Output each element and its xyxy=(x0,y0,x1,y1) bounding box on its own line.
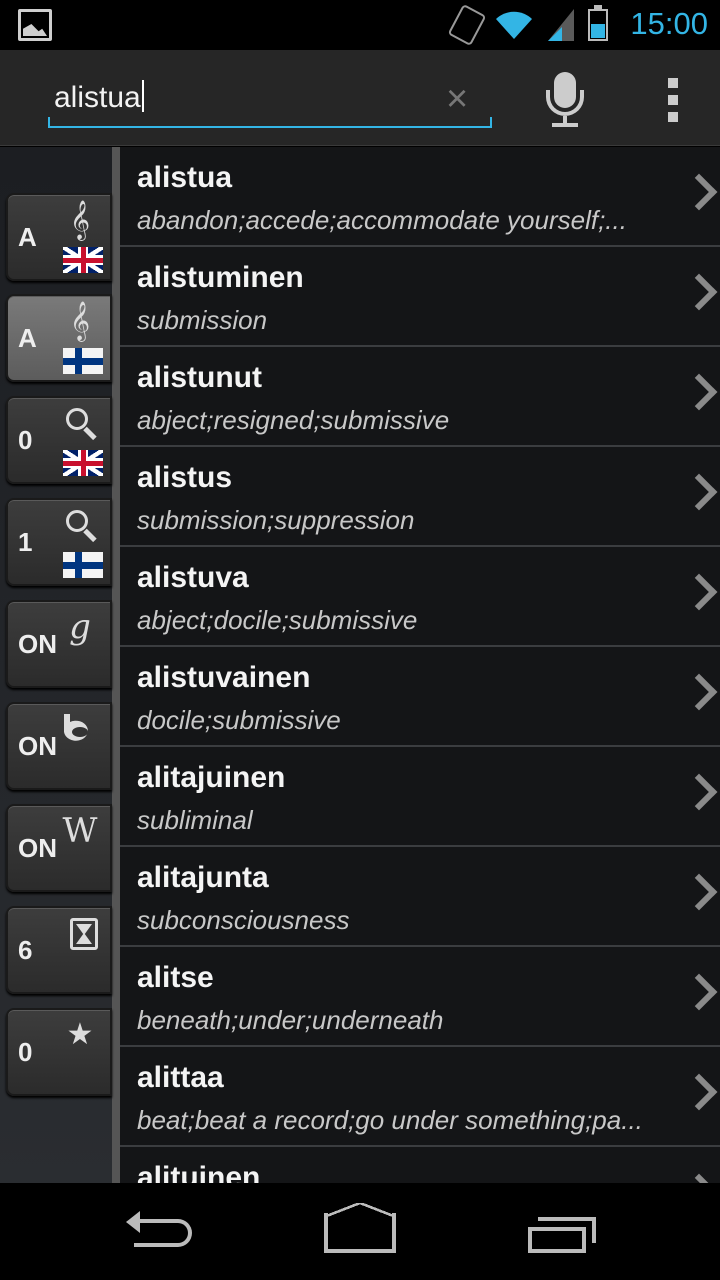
hourglass-icon xyxy=(70,918,98,950)
dictionary-finnish-button[interactable]: A 𝄞 xyxy=(6,294,112,382)
entry-word: alistuvainen xyxy=(137,661,311,694)
entry-definition: beat;beat a record;go under something;pa… xyxy=(137,1105,643,1135)
list-item[interactable]: alitse beneath;under;underneath xyxy=(120,947,720,1047)
treble-clef-icon: 𝄞 xyxy=(69,200,91,240)
list-item[interactable]: alistus submission;suppression xyxy=(120,447,720,547)
entry-word: alistua xyxy=(137,161,233,194)
entry-word: alitse xyxy=(137,961,214,994)
chevron-right-icon xyxy=(692,273,712,309)
google-icon: g xyxy=(69,607,91,647)
clear-search-button[interactable]: × xyxy=(446,80,468,118)
list-item[interactable]: alistua abandon;accede;accommodate yourse… xyxy=(120,147,720,247)
search-english-button[interactable]: 0 xyxy=(6,396,112,484)
gallery-icon xyxy=(18,9,52,41)
entry-word: alituinen xyxy=(137,1161,261,1183)
uk-flag-icon xyxy=(63,247,103,273)
list-item[interactable]: alitajuinen subliminal xyxy=(120,747,720,847)
bing-icon xyxy=(64,714,88,741)
finland-flag-icon xyxy=(63,552,103,578)
history-button[interactable]: 6 xyxy=(6,906,112,994)
entry-definition: abandon;accede;accommodate yourself;... xyxy=(137,205,627,235)
chevron-right-icon xyxy=(692,1073,712,1109)
chevron-right-icon xyxy=(692,373,712,409)
status-bar: 15:00 xyxy=(0,0,720,50)
wikipedia-toggle-button[interactable]: ON W xyxy=(6,804,112,892)
entry-definition: subconsciousness xyxy=(137,905,350,935)
text-cursor xyxy=(141,80,144,112)
entry-definition: subliminal xyxy=(137,805,253,835)
entry-word: alitajuinen xyxy=(137,761,286,794)
wifi-icon xyxy=(496,11,532,39)
clock: 15:00 xyxy=(630,6,708,41)
dictionary-english-button[interactable]: A 𝄞 xyxy=(6,193,112,281)
entry-word: alittaa xyxy=(137,1061,224,1094)
uk-flag-icon xyxy=(63,450,103,476)
entry-definition: abject;resigned;submissive xyxy=(137,405,450,435)
chevron-right-icon xyxy=(692,173,712,209)
search-icon xyxy=(64,406,98,441)
chevron-right-icon xyxy=(692,773,712,809)
chevron-right-icon xyxy=(692,873,712,909)
search-icon xyxy=(64,508,98,543)
search-finnish-button[interactable]: 1 xyxy=(6,498,112,586)
system-nav-bar xyxy=(0,1183,720,1280)
chevron-right-icon xyxy=(692,973,712,1009)
entry-word: alistuva xyxy=(137,561,249,594)
voice-search-button[interactable] xyxy=(540,72,590,132)
entry-definition: beneath;under;underneath xyxy=(137,1005,444,1035)
google-toggle-button[interactable]: ON g xyxy=(6,600,112,688)
back-icon xyxy=(134,1219,192,1247)
treble-clef-icon: 𝄞 xyxy=(69,301,91,341)
home-icon xyxy=(324,1213,396,1253)
chevron-right-icon xyxy=(692,673,712,709)
finland-flag-icon xyxy=(63,348,103,374)
search-field[interactable]: alistua xyxy=(48,74,492,128)
chevron-right-icon xyxy=(692,573,712,609)
entry-word: alistunut xyxy=(137,361,262,394)
chevron-right-icon xyxy=(692,1173,712,1183)
list-item[interactable]: alistuvainen docile;submissive xyxy=(120,647,720,747)
wikipedia-icon: W xyxy=(62,811,98,851)
entry-definition: docile;submissive xyxy=(137,705,341,735)
search-input[interactable]: alistua xyxy=(54,81,141,114)
rail-divider xyxy=(112,147,120,1183)
list-item[interactable]: alittaa beat;beat a record;go under somet… xyxy=(120,1047,720,1147)
signal-icon xyxy=(548,9,574,41)
home-button[interactable] xyxy=(324,1203,396,1253)
bing-toggle-button[interactable]: ON xyxy=(6,702,112,790)
list-item[interactable]: alistuminen submission xyxy=(120,247,720,347)
chevron-right-icon xyxy=(692,473,712,509)
search-toolbar: alistua xyxy=(0,50,720,146)
entry-definition: abject;docile;submissive xyxy=(137,605,418,635)
list-item[interactable]: alistunut abject;resigned;submissive xyxy=(120,347,720,447)
entry-definition: submission xyxy=(137,305,268,335)
star-icon: ★ xyxy=(66,1017,94,1052)
list-item[interactable]: alitajunta subconsciousness xyxy=(120,847,720,947)
results-list: alistua abandon;accede;accommodate yourse… xyxy=(120,147,720,1183)
list-item[interactable]: alistuva abject;docile;submissive xyxy=(120,547,720,647)
entry-word: alitajunta xyxy=(137,861,269,894)
vibrate-icon xyxy=(447,3,487,47)
recent-apps-button[interactable] xyxy=(528,1217,596,1253)
favorites-button[interactable]: 0 ★ xyxy=(6,1008,112,1096)
list-item[interactable]: alituinen xyxy=(120,1147,720,1183)
entry-word: alistuminen xyxy=(137,261,304,294)
entry-word: alistus xyxy=(137,461,233,494)
entry-definition: submission;suppression xyxy=(137,505,415,535)
overflow-menu-button[interactable] xyxy=(668,78,680,129)
battery-icon xyxy=(588,5,608,41)
back-button[interactable] xyxy=(124,1211,194,1253)
